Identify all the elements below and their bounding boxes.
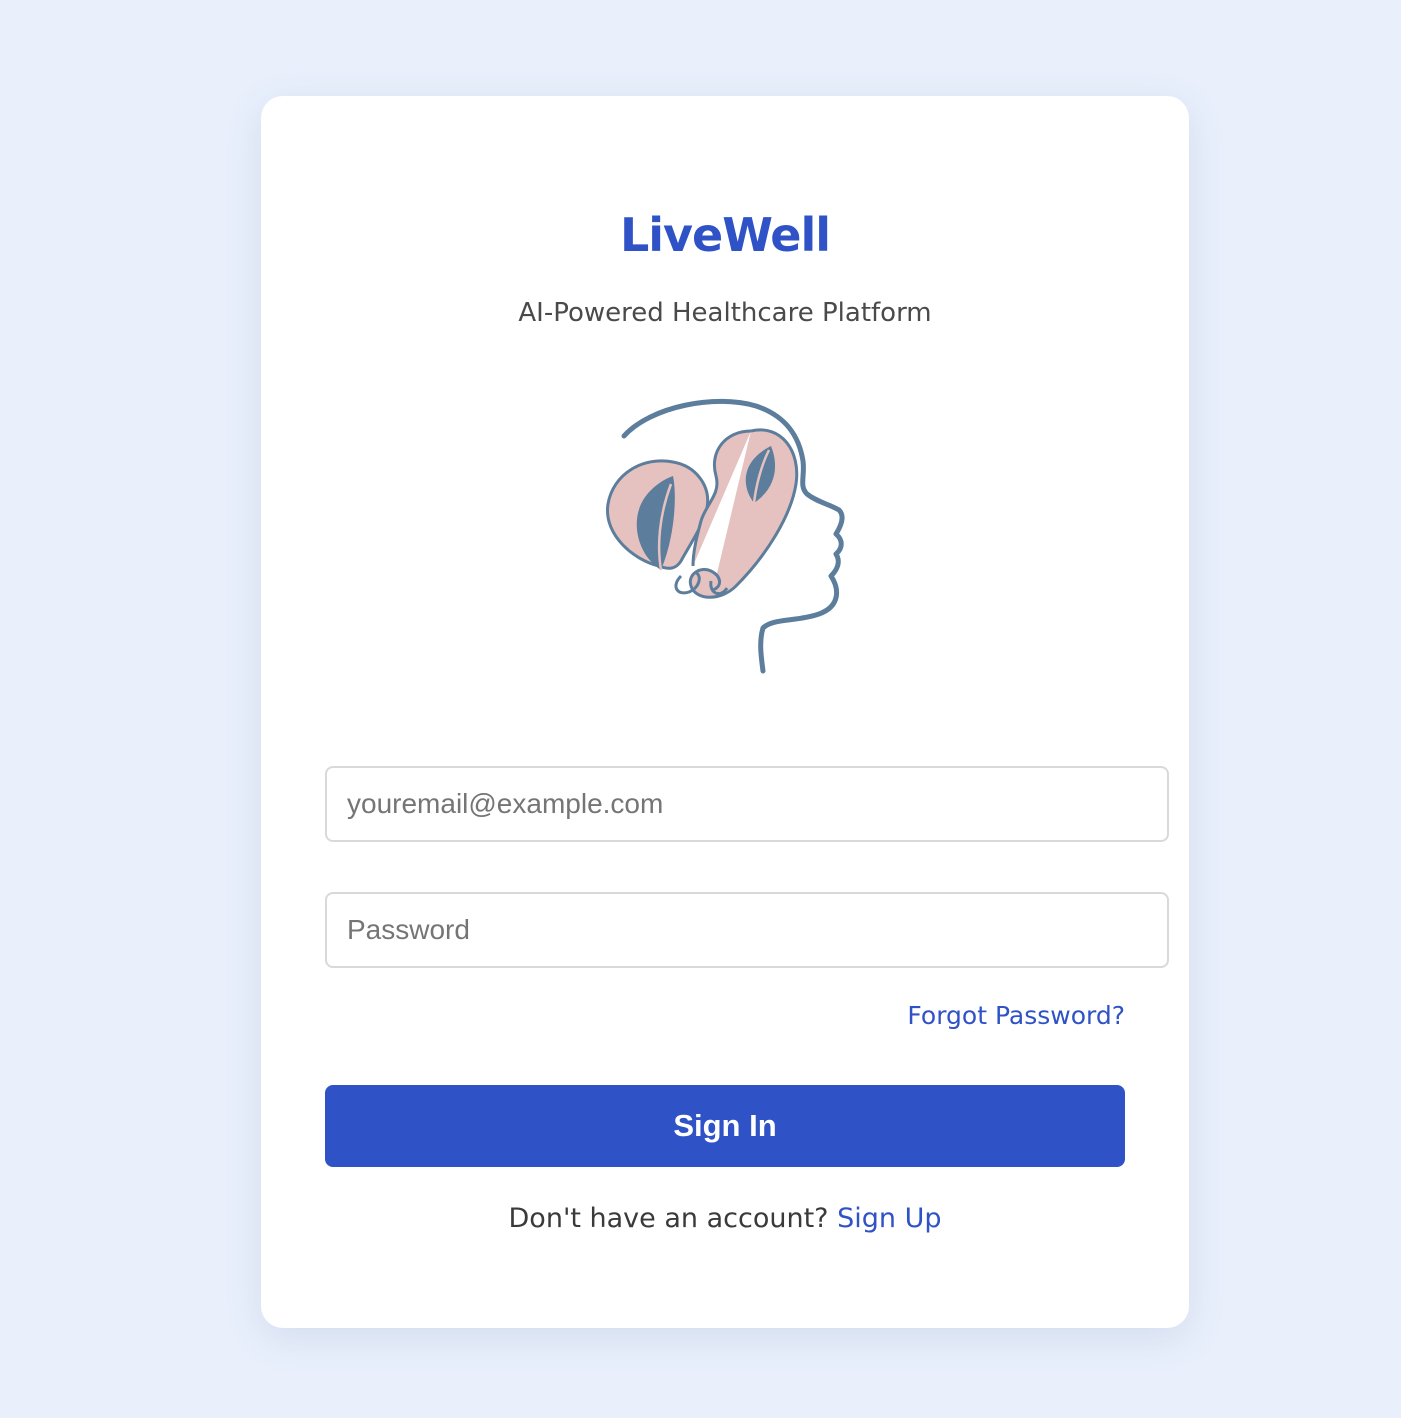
signup-prompt-text: Don't have an account?: [508, 1203, 829, 1234]
email-field[interactable]: [325, 766, 1169, 842]
head-lungs-leaves-logo-icon: [581, 376, 881, 676]
app-title: LiveWell: [619, 208, 831, 262]
signup-prompt-row: Don't have an account? Sign Up: [261, 1200, 1189, 1238]
app-subtitle: AI-Powered Healthcare Platform: [518, 298, 932, 328]
password-field[interactable]: [325, 892, 1169, 968]
sign-in-button[interactable]: Sign In: [325, 1085, 1125, 1167]
login-card: LiveWell AI-Powered Healthcare Platform …: [261, 96, 1189, 1328]
forgot-password-link[interactable]: Forgot Password?: [907, 998, 1125, 1034]
sign-up-link[interactable]: Sign Up: [837, 1203, 941, 1234]
